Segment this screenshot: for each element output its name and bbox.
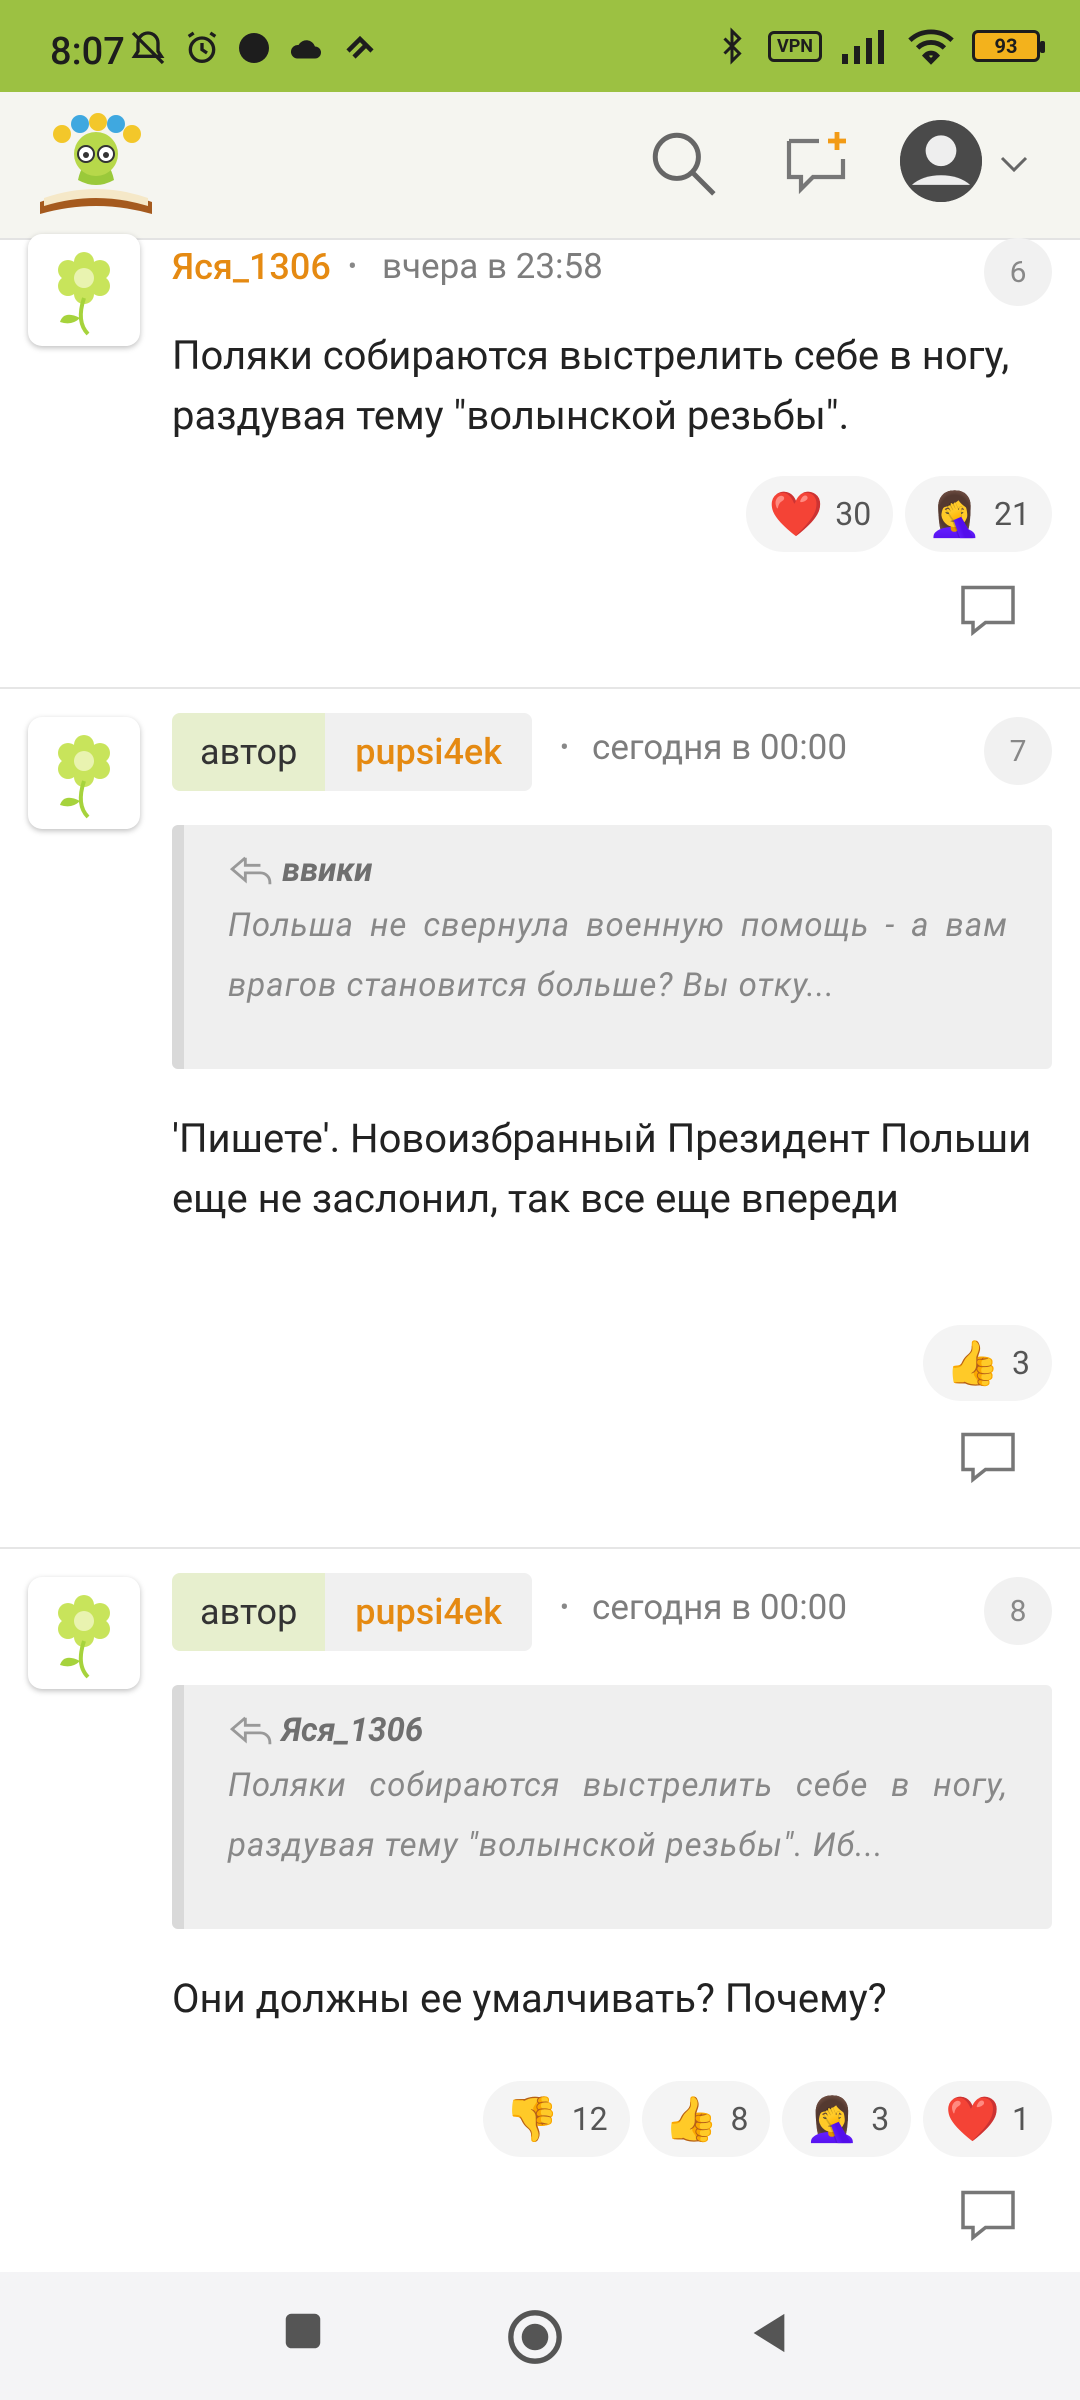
comment-text: Поляки собираются выстрелить себе в ногу…: [172, 332, 1010, 439]
author-badge: автор: [172, 1573, 326, 1651]
reply-icon[interactable]: [958, 2187, 1018, 2243]
circle-icon: [239, 33, 269, 63]
thumbs-down-icon: 👎: [504, 2093, 560, 2145]
quote-author: Яся_1306: [228, 1711, 1008, 1750]
separator-dot: •: [348, 252, 357, 282]
comment-time: сегодня в 00:00: [592, 1587, 848, 1628]
comment: Яся_1306 • вчера в 23:58 6 Поляки собира…: [0, 234, 1080, 689]
comment-number[interactable]: 7: [984, 717, 1052, 785]
comments-list: Яся_1306 • вчера в 23:58 6 Поляки собира…: [0, 234, 1080, 2279]
avatar[interactable]: [28, 717, 140, 829]
author-chip: автор pupsi4ek: [172, 713, 532, 791]
reaction-heart[interactable]: ❤️ 1: [923, 2081, 1052, 2157]
quote-author-name: Яся_1306: [282, 1711, 424, 1750]
back-button[interactable]: [746, 2308, 792, 2358]
account-icon: [900, 120, 982, 202]
reaction-count: 3: [1012, 1344, 1030, 1382]
bluetooth-icon: [723, 27, 742, 65]
reactions: 👍 3: [923, 1325, 1052, 1401]
chevron-down-icon[interactable]: [996, 146, 1032, 182]
reaction-count: 8: [730, 2100, 749, 2138]
reactions: 👎 12 👍 8 🤦‍♀️ 3 ❤️ 1: [482, 2081, 1052, 2157]
clock: 8:07: [50, 30, 125, 74]
reaction-count: 1: [1012, 2100, 1030, 2138]
reaction-count: 30: [835, 495, 872, 533]
quoted-comment[interactable]: ввики Польша не свернула военную помощь …: [172, 825, 1052, 1069]
reaction-count: 12: [571, 2100, 608, 2138]
status-bar: 8:07 VPN 93: [0, 0, 1080, 92]
comment-time: вчера в 23:58: [382, 246, 603, 287]
alarm-icon: [187, 31, 217, 64]
reply-arrow-icon: [229, 1716, 272, 1744]
battery-icon: 93: [972, 30, 1045, 62]
bell-off-icon: [131, 31, 165, 65]
app-header: [0, 92, 1080, 240]
reaction-thumbs-up[interactable]: 👍 8: [641, 2081, 771, 2157]
system-nav-bar: [0, 2272, 1080, 2400]
flower-icon: [58, 735, 110, 819]
quote-author-name: ввики: [282, 851, 373, 890]
account-avatar[interactable]: [900, 120, 982, 202]
reaction-facepalm[interactable]: 🤦‍♀️ 3: [782, 2081, 912, 2157]
quoted-comment[interactable]: Яся_1306 Поляки собираются выстрелить се…: [172, 1685, 1052, 1929]
comment-number[interactable]: 8: [984, 1577, 1052, 1645]
signal-icon: [842, 30, 884, 64]
cloud-icon: [290, 40, 321, 59]
flower-icon: [58, 252, 110, 336]
vpn-icon: VPN: [767, 30, 822, 62]
quote-text: Польша не свернула военную помощь - а ва…: [228, 906, 1008, 1005]
author-badge: автор: [172, 713, 326, 791]
system-icons: VPN 93: [714, 26, 1045, 66]
reaction-thumbs-down[interactable]: 👎 12: [482, 2081, 630, 2157]
app-logo[interactable]: [34, 110, 158, 220]
app-notification-icon: [346, 35, 374, 59]
comment: автор pupsi4ek • сегодня в 00:00 8 Яся_1…: [0, 1549, 1080, 2279]
reaction-thumbs-up[interactable]: 👍 3: [923, 1325, 1052, 1401]
reaction-facepalm[interactable]: 🤦‍♀️ 21: [905, 476, 1052, 552]
facepalm-icon: 🤦‍♀️: [927, 488, 983, 540]
author-chip: автор pupsi4ek: [172, 1573, 532, 1651]
reaction-heart[interactable]: ❤️ 30: [746, 476, 894, 552]
home-button[interactable]: [506, 2308, 564, 2366]
notification-icons: [128, 28, 380, 68]
comment-author[interactable]: Яся_1306: [172, 246, 331, 288]
recents-button[interactable]: [280, 2308, 326, 2354]
quote-text: Поляки собираются выстрелить себе в ногу…: [228, 1766, 1008, 1865]
wifi-icon: [908, 29, 954, 65]
comment-text: 'Пишете'. Новоизбранный Президент Польши…: [172, 1115, 1032, 1222]
separator-dot: •: [560, 1593, 569, 1623]
reply-icon[interactable]: [958, 1429, 1018, 1485]
comment-text: Они должны ее умалчивать? Почему?: [172, 1975, 887, 2022]
thumbs-up-icon: 👍: [945, 1337, 1001, 1389]
comment-time: сегодня в 00:00: [592, 727, 848, 768]
avatar[interactable]: [28, 1577, 140, 1689]
heart-icon: ❤️: [945, 2093, 1001, 2145]
reply-icon[interactable]: [958, 582, 1018, 638]
reaction-count: 3: [871, 2100, 890, 2138]
comment: автор pupsi4ek • сегодня в 00:00 7 ввики…: [0, 689, 1080, 1549]
separator-dot: •: [560, 733, 569, 763]
reply-arrow-icon: [229, 856, 272, 884]
comment-author[interactable]: pupsi4ek: [325, 713, 532, 791]
heart-icon: ❤️: [768, 488, 824, 540]
thumbs-up-icon: 👍: [663, 2093, 719, 2145]
quote-author: ввики: [228, 851, 1008, 890]
comment-number[interactable]: 6: [984, 238, 1052, 306]
facepalm-icon: 🤦‍♀️: [804, 2093, 860, 2145]
avatar[interactable]: [28, 234, 140, 346]
reactions: ❤️ 30 🤦‍♀️ 21: [746, 476, 1052, 552]
reaction-count: 21: [994, 495, 1030, 533]
search-icon[interactable]: [646, 126, 720, 200]
flower-icon: [58, 1595, 110, 1679]
comment-author[interactable]: pupsi4ek: [325, 1573, 532, 1651]
new-post-icon[interactable]: [780, 126, 852, 198]
